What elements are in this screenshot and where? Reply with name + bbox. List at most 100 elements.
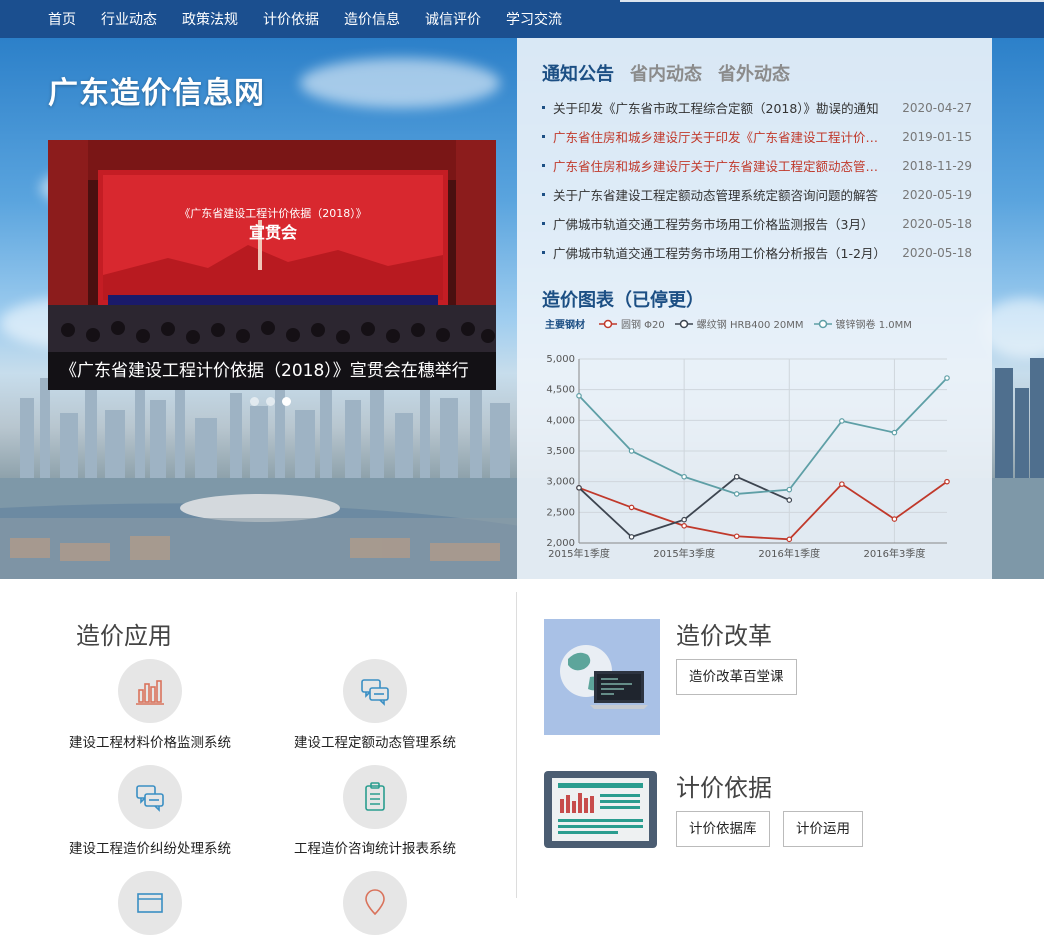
news-tab[interactable]: 省内动态 <box>630 60 702 86</box>
globe-laptop-illustration <box>560 645 648 709</box>
legend-item[interactable]: 螺纹钢 HRB400 20MM <box>674 316 804 331</box>
top-nav: 首页 行业动态 政策法规 计价依据 造价信息 诚信评价 学习交流 <box>0 0 1044 38</box>
app-dispute-handling[interactable]: 建设工程造价纠纷处理系统 <box>50 765 250 857</box>
app-label: 建设工程定额动态管理系统 <box>294 735 456 751</box>
bullet-icon <box>542 106 545 109</box>
y-tick-label: 2,000 <box>546 538 575 549</box>
app-consulting-statistics[interactable]: 工程造价咨询统计报表系统 <box>275 765 475 857</box>
news-tab[interactable]: 省外动态 <box>718 60 790 86</box>
data-point <box>628 448 635 454</box>
data-point <box>628 504 635 511</box>
nav-divider <box>620 0 1044 2</box>
data-point <box>839 481 845 487</box>
pricing-title: 计价依据 <box>676 774 772 802</box>
bar-chart-icon <box>136 680 164 705</box>
app-quota-dynamic-management[interactable]: 建设工程定额动态管理系统 <box>275 659 475 751</box>
nav-item[interactable]: 诚信评价 <box>425 9 481 29</box>
news-slide[interactable]: 《广东省建设工程计价依据（2018）》 宣贯会 《广东省建设工程计价依据（201… <box>48 140 496 390</box>
slide-dots <box>250 397 291 406</box>
news-title[interactable]: 关于广东省建设工程定额动态管理系统定额咨询问题的解答 <box>553 185 888 204</box>
nav-item[interactable]: 行业动态 <box>101 9 157 29</box>
legend-item[interactable]: 圆钢 Φ20 <box>599 316 665 331</box>
news-date: 2020-05-18 <box>902 216 972 231</box>
app-icon-circle <box>343 765 407 829</box>
news-item[interactable]: 广佛城市轨道交通工程劳务市场用工价格监测报告（3月） 2020-05-18 <box>542 209 972 238</box>
y-tick-label: 4,000 <box>546 415 575 426</box>
data-point <box>786 486 793 493</box>
news-tab[interactable]: 通知公告 <box>542 60 614 86</box>
data-point <box>839 418 845 424</box>
bullet-icon <box>542 222 545 225</box>
x-tick-label: 2015年1季度 <box>548 547 610 560</box>
series-line-2 <box>578 377 948 495</box>
y-tick-label: 2,500 <box>546 507 575 518</box>
data-point <box>681 516 687 523</box>
hero-banner: 广东造价信息网 《广东省建设工程计价依据（2018）》 宣贯会 《广东省建设工程… <box>0 38 1044 579</box>
slide-banner-line2: 宣贯会 <box>249 223 297 242</box>
location-pin-icon <box>365 889 385 916</box>
app-icon-circle <box>118 765 182 829</box>
reform-image[interactable] <box>544 619 660 735</box>
data-point <box>576 485 582 491</box>
app-partial-row[interactable] <box>50 871 250 935</box>
nav-item[interactable]: 政策法规 <box>182 9 238 29</box>
chat-bubbles-icon <box>136 785 164 812</box>
data-point <box>786 497 793 503</box>
news-title[interactable]: 广东省住房和城乡建设厅关于广东省建设工程定额动态管理系统的通知 <box>553 156 888 175</box>
slide-caption[interactable]: 《广东省建设工程计价依据（2018）》宣贯会在穗举行 <box>48 352 496 390</box>
nav-item[interactable]: 学习交流 <box>506 9 562 29</box>
news-date: 2018-11-29 <box>902 158 972 173</box>
section-divider <box>516 592 517 898</box>
app-icon-circle <box>118 659 182 723</box>
data-point <box>733 491 740 497</box>
legend-label: 螺纹钢 HRB400 20MM <box>696 320 804 331</box>
news-title[interactable]: 广东省住房和城乡建设厅关于印发《广东省建设工程计价依据（2018）》的通知 <box>553 127 888 146</box>
bullet-icon <box>542 164 545 167</box>
app-partial-row[interactable] <box>275 871 475 935</box>
chat-bubbles-icon <box>361 679 389 706</box>
nav-item[interactable]: 造价信息 <box>344 9 400 29</box>
news-item[interactable]: 广东省住房和城乡建设厅关于广东省建设工程定额动态管理系统的通知 2018-11-2… <box>542 151 972 180</box>
clipboard-icon <box>365 782 385 811</box>
news-title[interactable]: 关于印发《广东省市政工程综合定额（2018）》勘误的通知 <box>553 98 888 117</box>
slide-dot[interactable] <box>266 397 275 406</box>
app-icon-circle <box>343 871 407 935</box>
news-item[interactable]: 广佛城市轨道交通工程劳务市场用工价格分析报告（1-2月） 2020-05-18 <box>542 238 972 267</box>
bullet-icon <box>542 135 545 138</box>
news-item[interactable]: 关于广东省建设工程定额动态管理系统定额咨询问题的解答 2020-05-19 <box>542 180 972 209</box>
news-list: 关于印发《广东省市政工程综合定额（2018）》勘误的通知 2020-04-27 广东… <box>542 93 972 267</box>
y-tick-label: 4,500 <box>546 385 575 396</box>
data-point <box>786 536 793 543</box>
news-item[interactable]: 关于印发《广东省市政工程综合定额（2018）》勘误的通知 2020-04-27 <box>542 93 972 122</box>
data-point <box>628 534 635 540</box>
slide-dot[interactable] <box>250 397 259 406</box>
apps-title: 造价应用 <box>76 622 172 650</box>
pricing-application-button[interactable]: 计价运用 <box>783 811 863 847</box>
news-tabs: 通知公告 省内动态 省外动态 <box>542 60 790 86</box>
news-title[interactable]: 广佛城市轨道交通工程劳务市场用工价格分析报告（1-2月） <box>553 243 888 262</box>
legend-item[interactable]: 镀锌钢卷 1.0MM <box>813 316 912 331</box>
chart-title: 造价图表（已停更） <box>542 290 704 311</box>
news-date: 2020-04-27 <box>902 100 972 115</box>
data-point <box>891 429 898 436</box>
legend-label: 圆钢 Φ20 <box>621 320 665 331</box>
app-material-price-monitor[interactable]: 建设工程材料价格监测系统 <box>50 659 250 751</box>
bullet-icon <box>542 193 545 196</box>
nav-item[interactable]: 首页 <box>48 9 76 29</box>
reform-course-button[interactable]: 造价改革百堂课 <box>676 659 797 695</box>
app-icon-circle <box>118 871 182 935</box>
x-tick-label: 2015年3季度 <box>653 547 715 560</box>
x-tick-label: 2016年1季度 <box>758 547 820 560</box>
news-item[interactable]: 广东省住房和城乡建设厅关于印发《广东省建设工程计价依据（2018）》的通知 201… <box>542 122 972 151</box>
nav-item[interactable]: 计价依据 <box>263 9 319 29</box>
pricing-image[interactable] <box>544 771 657 848</box>
pricing-library-button[interactable]: 计价依据库 <box>676 811 770 847</box>
site-title[interactable]: 广东造价信息网 <box>48 68 265 112</box>
y-tick-label: 3,500 <box>546 446 575 457</box>
report-tablet-illustration <box>552 778 649 841</box>
slide-dot[interactable] <box>282 397 291 406</box>
x-tick-label: 2016年3季度 <box>864 547 926 560</box>
news-panel: 通知公告 省内动态 省外动态 关于印发《广东省市政工程综合定额（2018）》勘误的通… <box>517 38 992 579</box>
app-label: 工程造价咨询统计报表系统 <box>294 841 456 857</box>
news-title[interactable]: 广佛城市轨道交通工程劳务市场用工价格监测报告（3月） <box>553 214 888 233</box>
